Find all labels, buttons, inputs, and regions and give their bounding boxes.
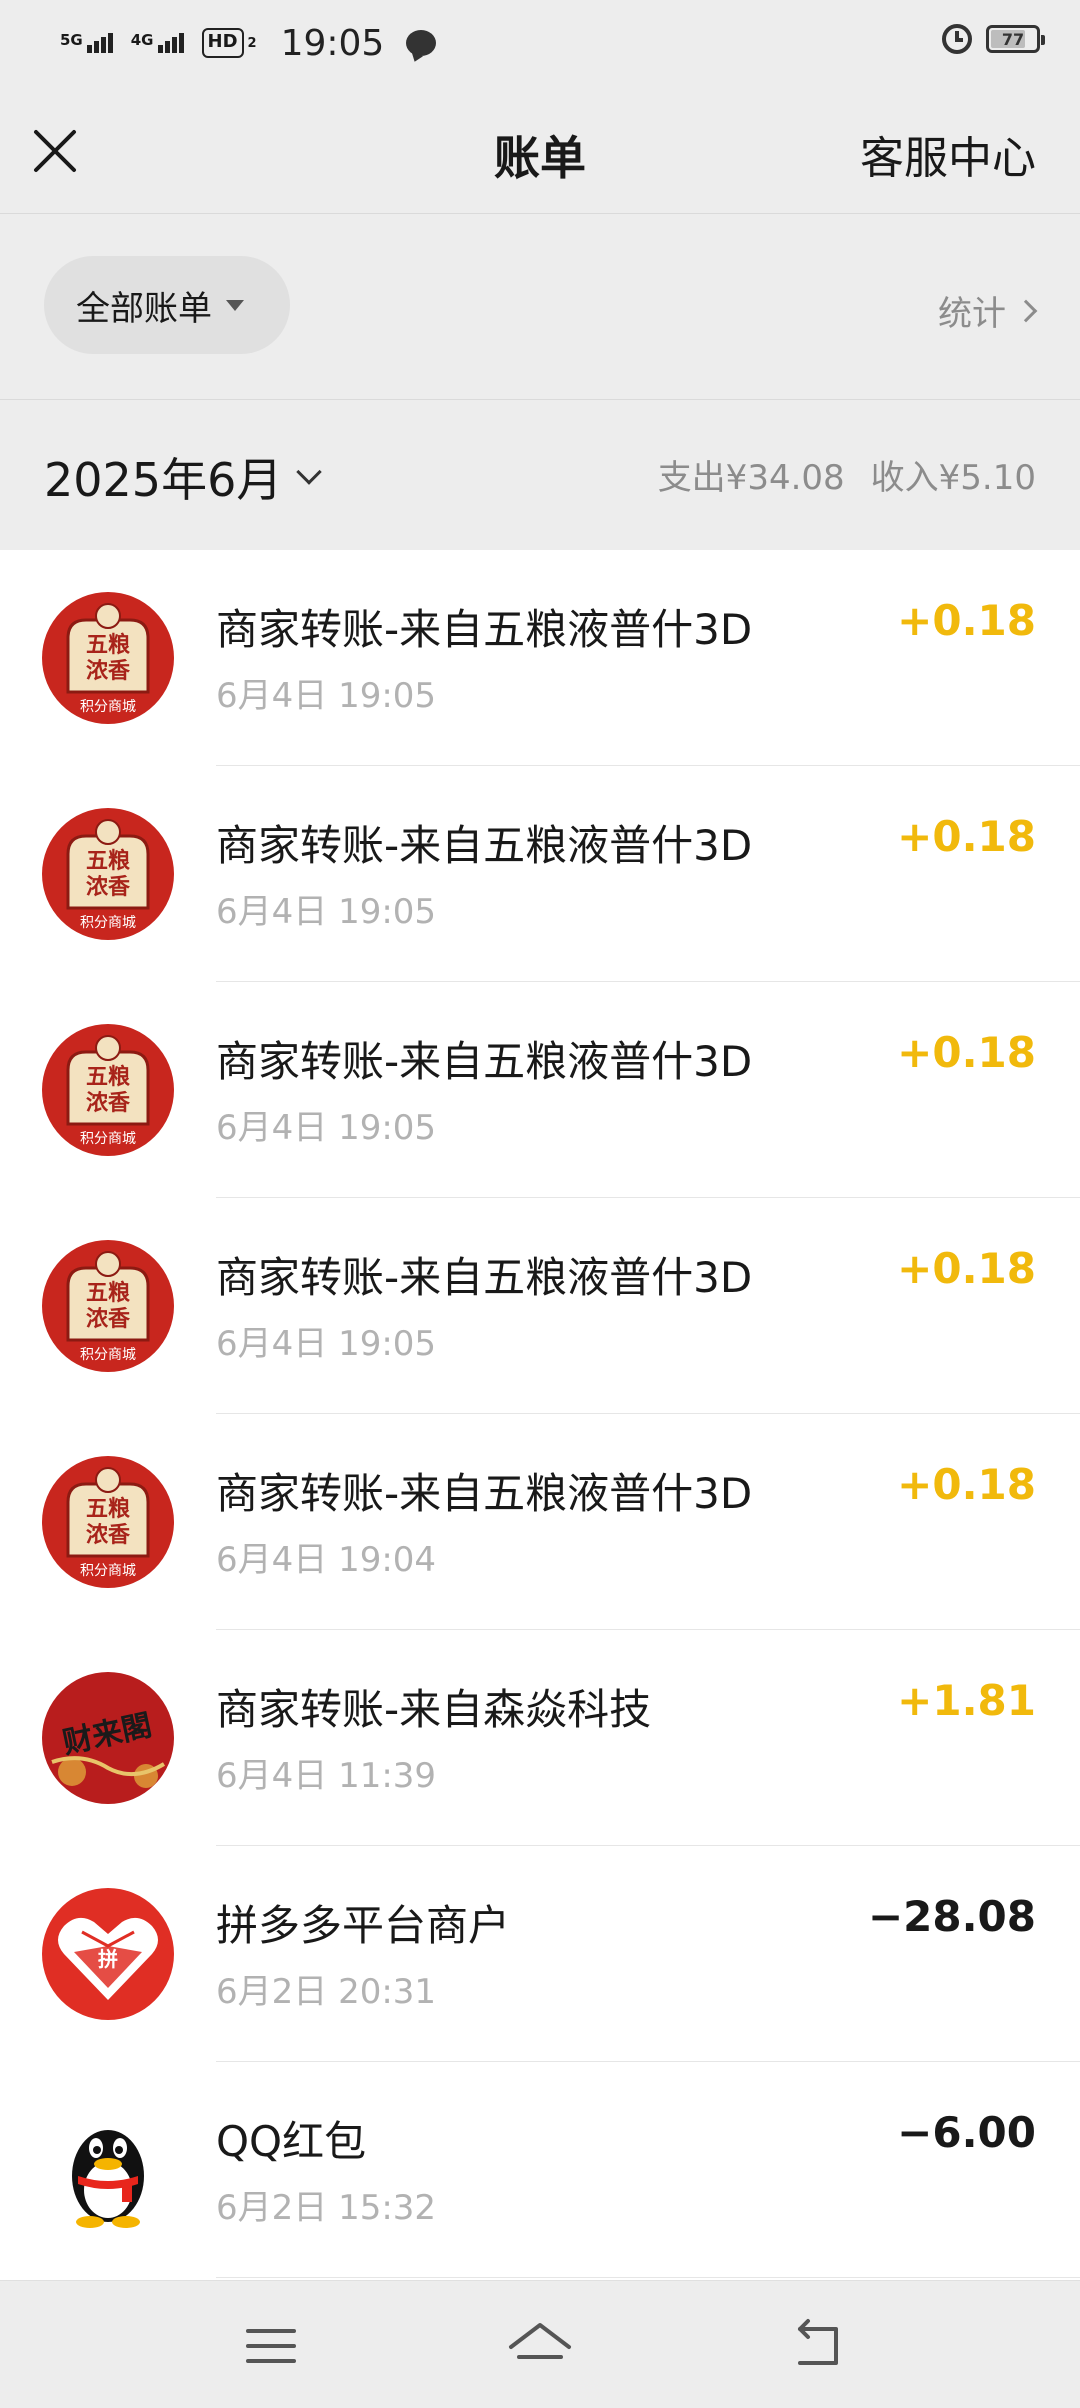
battery-icon: 77	[986, 25, 1045, 53]
transaction-title: 商家转账-来自五粮液普什3D	[216, 605, 753, 654]
filter-bar: 全部账单 统计	[0, 214, 1080, 400]
all-bills-label: 全部账单	[76, 288, 212, 329]
transaction-row[interactable]: 拼 拼多多平台商户 6月2日 20:31 −28.08	[0, 1846, 1080, 2062]
avatar-logo-text: 浓香	[86, 658, 130, 684]
expense-total: 支出¥34.08	[657, 458, 845, 498]
hd-sub: 2	[247, 35, 257, 51]
signal-label: 5G	[60, 31, 83, 49]
avatar-logo-text: 五粮	[86, 1496, 130, 1522]
avatar-logo-text: 浓香	[86, 1306, 130, 1332]
hd-badge: HD	[201, 28, 244, 58]
signal-label: 4G	[130, 31, 154, 49]
transaction-title: 商家转账-来自五粮液普什3D	[216, 821, 753, 870]
row-divider	[216, 2277, 1080, 2278]
signal-4g-icon: 4G	[131, 33, 184, 53]
transaction-row[interactable]: 财来閣 商家转账-来自森焱科技 6月4日 11:39 +1.81	[0, 1630, 1080, 1846]
transaction-title: 商家转账-来自五粮液普什3D	[216, 1253, 753, 1302]
transaction-time: 6月2日 15:32	[216, 2188, 437, 2228]
transaction-time: 6月4日 19:04	[216, 1540, 437, 1580]
wuliangye-avatar: 五粮 浓香 积分商城	[42, 808, 174, 940]
avatar-caption: 积分商城	[80, 915, 136, 931]
transaction-time: 6月4日 19:05	[216, 1324, 437, 1364]
transaction-amount: −28.08	[867, 1892, 1036, 1941]
wuliangye-avatar: 五粮 浓香 积分商城	[42, 1240, 174, 1372]
transaction-row[interactable]: 五粮 浓香 积分商城 商家转账-来自五粮液普什3D 6月4日 19:05 +0.18	[0, 766, 1080, 982]
stats-label: 统计	[938, 294, 1006, 334]
wuliangye-avatar: 五粮 浓香 积分商城	[42, 592, 174, 724]
avatar-logo-text: 五粮	[86, 848, 130, 874]
month-header: 2025年6月 支出¥34.08 收入¥5.10	[0, 400, 1080, 550]
transaction-title: 拼多多平台商户	[216, 1901, 511, 1950]
signal-5g-icon: 5G	[60, 33, 113, 53]
pinduoduo-avatar: 拼	[42, 1888, 174, 2020]
transaction-amount: −6.00	[897, 2108, 1036, 2157]
transaction-row[interactable]: 五粮 浓香 积分商城 商家转账-来自五粮液普什3D 6月4日 19:05 +0.18	[0, 982, 1080, 1198]
month-summary: 支出¥34.08 收入¥5.10	[658, 450, 1036, 499]
avatar-logo-text: 浓香	[86, 1522, 130, 1548]
caiyuange-avatar: 财来閣	[42, 1672, 174, 1804]
income-total: 收入¥5.10	[870, 458, 1036, 498]
status-right: 77	[942, 24, 1045, 54]
battery-percent: 77	[1001, 29, 1025, 49]
avatar-caption: 积分商城	[80, 1347, 136, 1363]
month-selector[interactable]: 2025年6月	[44, 444, 323, 510]
transaction-list: 五粮 浓香 积分商城 商家转账-来自五粮液普什3D 6月4日 19:05 +0.18…	[0, 550, 1080, 2280]
avatar-logo-text: 五粮	[86, 1280, 130, 1306]
transaction-title: QQ红包	[216, 2117, 367, 2166]
transaction-time: 6月2日 20:31	[216, 1972, 437, 2012]
avatar-caption: 积分商城	[80, 1131, 136, 1147]
chevron-right-icon	[1014, 299, 1038, 322]
avatar-logo-text: 五粮	[86, 632, 130, 658]
caret-down-icon	[226, 299, 244, 311]
status-bar: 5G 4G HD 2 19:05 77	[0, 0, 1080, 84]
menu-button[interactable]	[236, 2311, 306, 2381]
customer-service-link[interactable]: 客服中心	[860, 122, 1036, 186]
status-left: 5G 4G HD 2 19:05	[60, 18, 437, 68]
transaction-amount: +0.18	[897, 1028, 1036, 1077]
transaction-row[interactable]: 五粮 浓香 积分商城 商家转账-来自五粮液普什3D 6月4日 19:05 +0.18	[0, 550, 1080, 766]
qq-penguin-avatar	[42, 2104, 174, 2236]
transaction-time: 6月4日 19:05	[216, 892, 437, 932]
back-icon	[798, 2319, 838, 2365]
avatar-caption: 积分商城	[80, 1563, 136, 1579]
month-label: 2025年6月	[44, 453, 283, 507]
transaction-time: 6月4日 19:05	[216, 676, 437, 716]
back-button[interactable]	[786, 2311, 856, 2381]
transaction-time: 6月4日 19:05	[216, 1108, 437, 1148]
transaction-title: 商家转账-来自森焱科技	[216, 1685, 652, 1734]
home-icon	[509, 2323, 571, 2359]
wuliangye-avatar: 五粮 浓香 积分商城	[42, 1456, 174, 1588]
transaction-time: 6月4日 11:39	[216, 1756, 437, 1796]
transaction-row[interactable]: 五粮 浓香 积分商城 商家转账-来自五粮液普什3D 6月4日 19:04 +0.18	[0, 1414, 1080, 1630]
avatar-logo-text: 浓香	[86, 1090, 130, 1116]
chevron-down-icon	[296, 459, 323, 485]
home-button[interactable]	[505, 2311, 575, 2381]
avatar-logo-text: 拼	[98, 1947, 118, 1971]
transaction-amount: +0.18	[897, 596, 1036, 645]
avatar-logo-text: 浓香	[86, 874, 130, 900]
avatar-logo-text: 五粮	[86, 1064, 130, 1090]
title-bar: 账单 客服中心	[0, 84, 1080, 214]
wuliangye-avatar: 五粮 浓香 积分商城	[42, 1024, 174, 1156]
transaction-amount: +0.18	[897, 1460, 1036, 1509]
transaction-title: 商家转账-来自五粮液普什3D	[216, 1469, 753, 1518]
clock: 19:05	[280, 22, 385, 64]
transaction-amount: +1.81	[897, 1676, 1036, 1725]
alarm-icon	[942, 24, 972, 54]
transaction-row[interactable]: 五粮 浓香 积分商城 商家转账-来自五粮液普什3D 6月4日 19:05 +0.18	[0, 1198, 1080, 1414]
transaction-title: 商家转账-来自五粮液普什3D	[216, 1037, 753, 1086]
stats-link[interactable]: 统计	[938, 286, 1038, 335]
menu-icon	[246, 2329, 296, 2363]
system-nav-bar	[0, 2280, 1080, 2408]
transaction-amount: +0.18	[897, 812, 1036, 861]
avatar-caption: 积分商城	[80, 699, 136, 715]
transaction-row[interactable]: QQ红包 6月2日 15:32 −6.00	[0, 2062, 1080, 2278]
transaction-amount: +0.18	[897, 1244, 1036, 1293]
message-icon	[406, 30, 437, 56]
all-bills-filter-button[interactable]: 全部账单	[44, 256, 290, 354]
screen: 5G 4G HD 2 19:05 77 账单 客服中心 全部账单 统计 2025…	[0, 0, 1080, 2408]
